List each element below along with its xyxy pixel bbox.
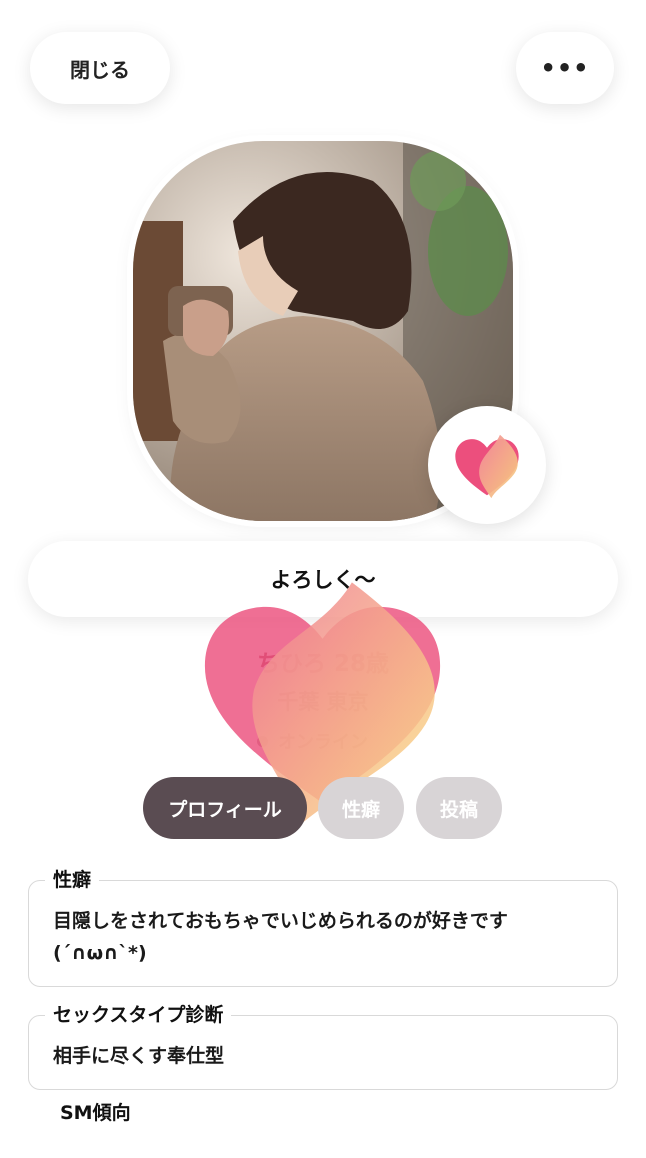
fetish-field-value-line1: 目隠しをされておもちゃでいじめられるのが好きです bbox=[53, 910, 508, 932]
tab-profile[interactable]: プロフィール bbox=[143, 777, 307, 839]
close-button[interactable]: 閉じる bbox=[30, 32, 170, 104]
sm-tendency-field: SM傾向 bbox=[28, 1098, 616, 1158]
matching-badge bbox=[428, 406, 546, 524]
status-dot-icon bbox=[257, 735, 268, 747]
status-label: オンライン bbox=[278, 732, 368, 753]
fetish-field-value-line2: (´∩ω∩`*) bbox=[53, 942, 147, 964]
online-status: オンライン bbox=[257, 728, 368, 754]
tab-fetish[interactable]: 性癖 bbox=[318, 777, 404, 839]
sex-type-field: セックスタイプ診断 相手に尽くす奉仕型 bbox=[28, 1000, 618, 1090]
tab-posts[interactable]: 投稿 bbox=[416, 777, 502, 839]
name-age: ちひろ 28歳 bbox=[256, 651, 389, 677]
fetish-field: 性癖 目隠しをされておもちゃでいじめられるのが好きです (´∩ω∩`*) bbox=[28, 865, 618, 987]
fetish-field-label: 性癖 bbox=[45, 865, 100, 892]
heart-flame-logo-icon bbox=[455, 434, 519, 499]
fetish-field-value: 目隠しをされておもちゃでいじめられるのが好きです (´∩ω∩`*) bbox=[29, 881, 617, 969]
sex-type-field-label: セックスタイプ診断 bbox=[45, 1000, 232, 1027]
more-options-button[interactable]: ••• bbox=[516, 32, 614, 104]
greeting-message: よろしく〜 bbox=[28, 541, 618, 617]
location: 千葉 東京 bbox=[277, 690, 369, 714]
